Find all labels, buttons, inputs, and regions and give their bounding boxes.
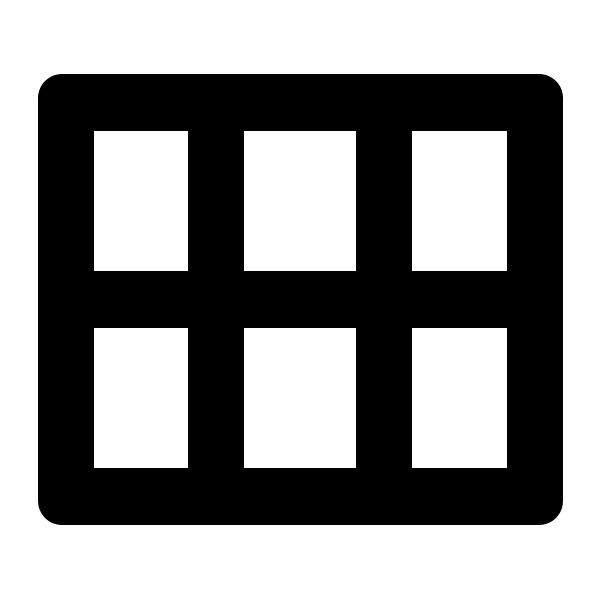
grid-view-icon (0, 0, 600, 600)
grid-view-icon-svg (38, 74, 563, 525)
grid-cell-r1-c2 (244, 131, 356, 271)
grid-cell-r1-c1 (94, 131, 188, 271)
grid-cell-r2-c2 (244, 328, 356, 468)
grid-cell-r2-c3 (412, 328, 507, 468)
grid-cell-r1-c3 (412, 131, 507, 271)
icon-canvas (0, 0, 600, 600)
grid-cell-r2-c1 (94, 328, 188, 468)
